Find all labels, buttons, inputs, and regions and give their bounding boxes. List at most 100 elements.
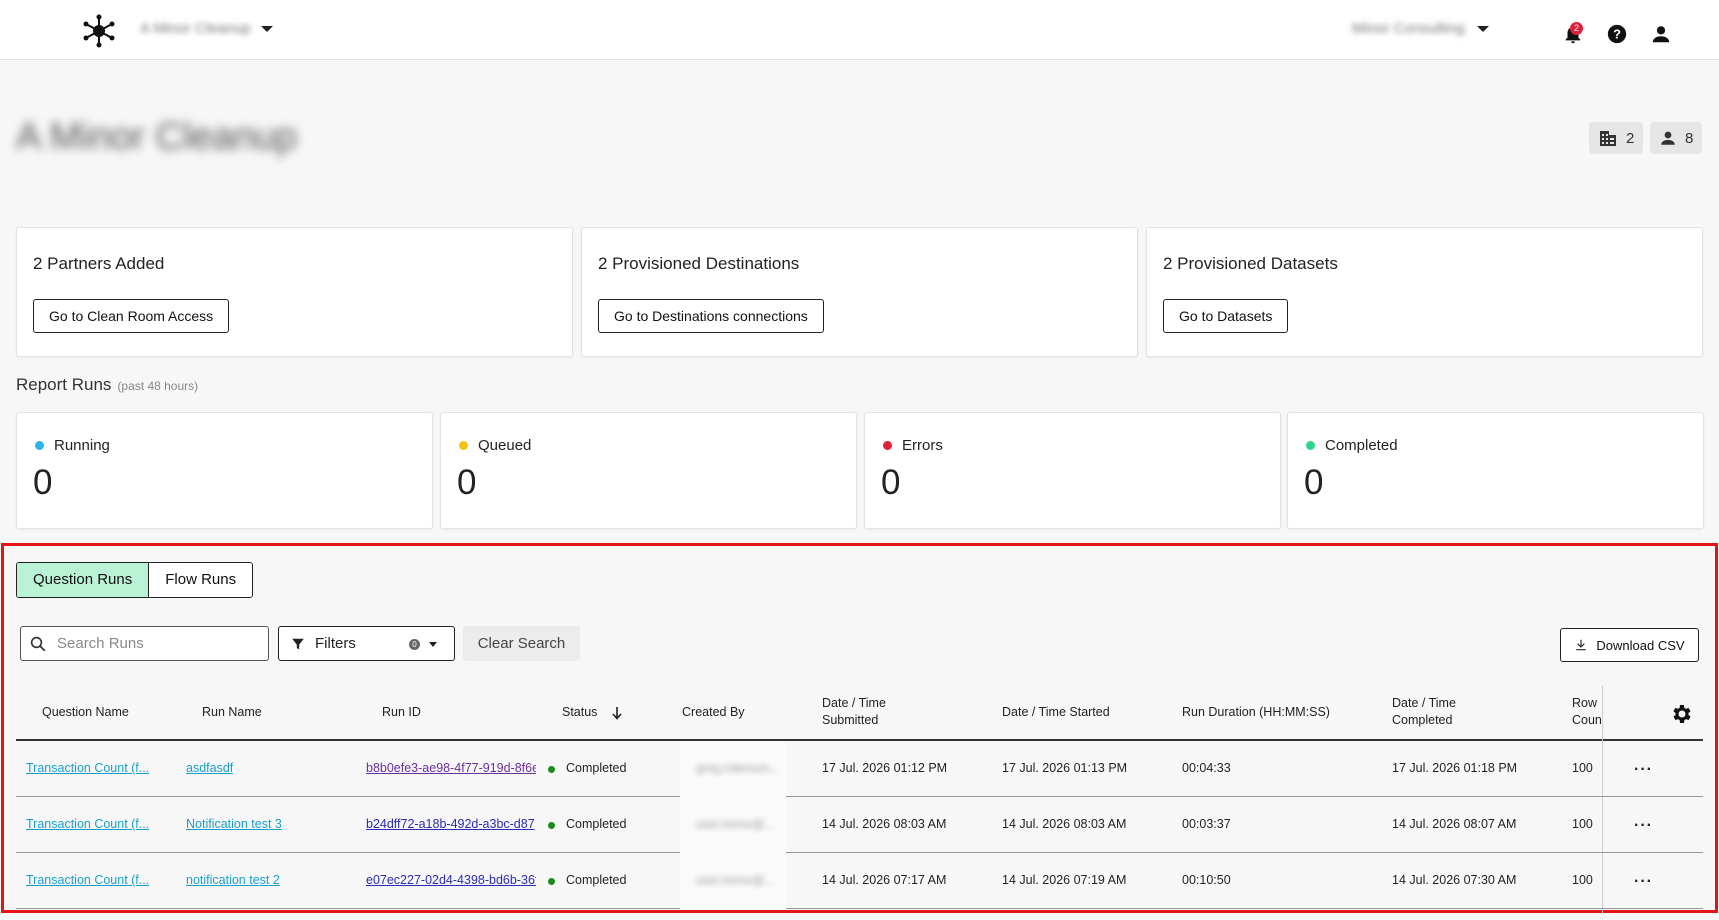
- created-by: user.minor@...: [696, 873, 775, 887]
- more-actions-icon[interactable]: ···: [1634, 761, 1653, 779]
- building-icon: [1600, 131, 1616, 146]
- status-dot-icon: [548, 766, 555, 773]
- table-row[interactable]: Transaction Count (f... notification tes…: [16, 853, 1703, 909]
- go-to-destinations-button[interactable]: Go to Destinations connections: [598, 299, 824, 333]
- run-duration: 00:04:33: [1182, 761, 1231, 775]
- run-id-link[interactable]: e07ec227-02d4-4398-bd6b-36f: [366, 873, 536, 887]
- row-count: 100: [1572, 817, 1593, 831]
- filters-label: Filters: [315, 635, 356, 652]
- created-by-cell: user.minor@...: [680, 797, 786, 853]
- run-name-link[interactable]: asdfasdf: [186, 761, 233, 775]
- datasets-card: 2 Provisioned Datasets Go to Datasets: [1146, 227, 1703, 357]
- run-id-link[interactable]: b24dff72-a18b-492d-a3bc-d87: [366, 817, 536, 831]
- organization-name: Minor Consulting: [1352, 20, 1465, 37]
- gear-icon[interactable]: [1670, 702, 1694, 726]
- go-to-datasets-button[interactable]: Go to Datasets: [1163, 299, 1289, 333]
- organization-selector[interactable]: Minor Consulting: [1352, 20, 1489, 37]
- go-to-clean-room-access-button[interactable]: Go to Clean Room Access: [33, 299, 230, 333]
- errors-dot-icon: [883, 441, 892, 450]
- filters-count-badge: 0: [409, 639, 420, 650]
- errors-status-card: Errors 0: [864, 412, 1281, 529]
- errors-count: 0: [881, 463, 901, 502]
- svg-text:?: ?: [1613, 27, 1621, 42]
- question-name-link[interactable]: Transaction Count (f...: [26, 761, 156, 775]
- filters-dropdown[interactable]: Filters 0: [278, 626, 455, 661]
- queued-count: 0: [457, 463, 477, 502]
- errors-label: Errors: [902, 437, 943, 454]
- chevron-down-icon: [429, 642, 437, 647]
- filter-icon: [292, 638, 304, 649]
- status-dot-icon: [548, 878, 555, 885]
- column-header-submitted[interactable]: Date / Time Submitted: [822, 695, 912, 729]
- clear-search-button[interactable]: Clear Search: [463, 626, 580, 661]
- running-label: Running: [54, 437, 110, 454]
- created-by: greg.robinson...: [696, 761, 780, 775]
- started-time: 14 Jul. 2026 07:19 AM: [1002, 873, 1127, 887]
- organizations-count-chip[interactable]: 2: [1589, 122, 1644, 154]
- datasets-card-title: 2 Provisioned Datasets: [1163, 254, 1338, 273]
- status-dot-icon: [548, 822, 555, 829]
- partners-card: 2 Partners Added Go to Clean Room Access: [16, 227, 573, 357]
- completed-time: 14 Jul. 2026 08:07 AM: [1392, 817, 1517, 831]
- column-header-created-by[interactable]: Created By: [682, 704, 745, 721]
- members-count-chip[interactable]: 8: [1650, 122, 1703, 154]
- run-name-link[interactable]: notification test 2: [186, 873, 280, 887]
- help-icon[interactable]: ?: [1606, 23, 1628, 45]
- organizations-count: 2: [1626, 129, 1635, 147]
- download-csv-button[interactable]: Download CSV: [1560, 628, 1699, 662]
- runs-table-header: Question Name Run Name Run ID Status Cre…: [16, 686, 1703, 741]
- chevron-down-icon: [260, 25, 273, 32]
- running-dot-icon: [35, 441, 44, 450]
- submitted-time: 14 Jul. 2026 08:03 AM: [822, 817, 947, 831]
- completed-time: 14 Jul. 2026 07:30 AM: [1392, 873, 1517, 887]
- queued-label: Queued: [478, 437, 532, 454]
- started-time: 17 Jul. 2026 01:13 PM: [1002, 761, 1128, 775]
- column-header-duration[interactable]: Run Duration (HH:MM:SS): [1182, 704, 1330, 721]
- more-actions-icon[interactable]: ···: [1634, 817, 1653, 835]
- submitted-time: 14 Jul. 2026 07:17 AM: [822, 873, 947, 887]
- question-name-link[interactable]: Transaction Count (f...: [26, 817, 156, 831]
- submitted-time: 17 Jul. 2026 01:12 PM: [822, 761, 948, 775]
- run-status: Completed: [566, 817, 627, 831]
- column-header-status[interactable]: Status: [562, 704, 623, 721]
- column-header-completed[interactable]: Date / Time Completed: [1392, 695, 1482, 729]
- run-id-link[interactable]: b8b0efe3-ae98-4f77-919d-8f6e: [366, 761, 536, 775]
- destinations-card: 2 Provisioned Destinations Go to Destina…: [581, 227, 1138, 357]
- user-account-icon[interactable]: [1650, 23, 1672, 45]
- run-duration: 00:03:37: [1182, 817, 1231, 831]
- column-header-question-name[interactable]: Question Name: [42, 704, 129, 721]
- table-row[interactable]: Transaction Count (f... Notification tes…: [16, 797, 1703, 853]
- completed-dot-icon: [1306, 441, 1315, 450]
- column-header-run-id[interactable]: Run ID: [382, 704, 421, 721]
- run-status: Completed: [566, 873, 627, 887]
- column-header-row-count[interactable]: Row Count: [1572, 695, 1602, 731]
- search-icon: [30, 636, 46, 651]
- queued-status-card: Queued 0: [440, 412, 857, 529]
- table-row[interactable]: Transaction Count (f... asdfasdf b8b0efe…: [16, 741, 1703, 797]
- notification-count-badge: 2: [1570, 22, 1583, 35]
- question-name-link[interactable]: Transaction Count (f...: [26, 873, 156, 887]
- sort-descending-icon[interactable]: [611, 706, 623, 720]
- report-runs-heading: Report Runs (past 48 hours): [16, 375, 198, 395]
- workspace-selector[interactable]: A Minor Cleanup: [140, 20, 273, 37]
- report-runs-title: Report Runs: [16, 375, 112, 394]
- queued-dot-icon: [459, 441, 468, 450]
- report-runs-subtitle: (past 48 hours): [117, 379, 199, 393]
- created-by-cell: greg.robinson...: [680, 741, 786, 797]
- completed-label: Completed: [1325, 437, 1398, 454]
- run-status: Completed: [566, 761, 627, 775]
- download-csv-label: Download CSV: [1596, 637, 1685, 653]
- tab-flow-runs[interactable]: Flow Runs: [149, 563, 253, 597]
- completed-time: 17 Jul. 2026 01:18 PM: [1392, 761, 1518, 775]
- column-header-run-name[interactable]: Run Name: [202, 704, 262, 721]
- column-header-started[interactable]: Date / Time Started: [1002, 704, 1110, 721]
- person-icon: [1661, 131, 1675, 145]
- run-name-link[interactable]: Notification test 3: [186, 817, 282, 831]
- search-runs-input[interactable]: [57, 635, 257, 652]
- running-count: 0: [33, 463, 53, 502]
- running-status-card: Running 0: [16, 412, 433, 529]
- destinations-card-title: 2 Provisioned Destinations: [598, 254, 800, 273]
- app-logo-icon[interactable]: [82, 14, 116, 48]
- more-actions-icon[interactable]: ···: [1634, 873, 1653, 891]
- tab-question-runs[interactable]: Question Runs: [17, 563, 150, 597]
